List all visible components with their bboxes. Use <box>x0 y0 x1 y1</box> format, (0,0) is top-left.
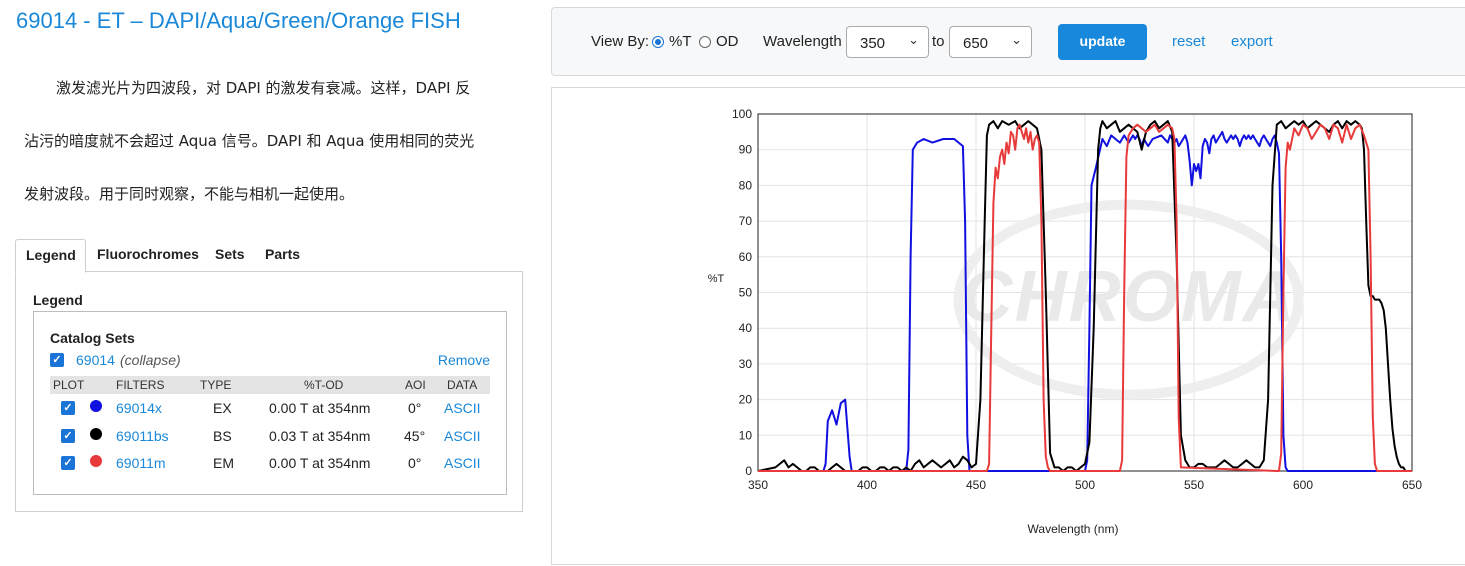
y-tick-label: 0 <box>745 464 752 478</box>
tab-sets[interactable]: Sets <box>205 239 255 271</box>
export-link[interactable]: export <box>1231 33 1273 50</box>
chart-toolbar: View By: %T OD Wavelength 350 ⌄ to 650 ⌄… <box>551 7 1465 76</box>
filter-tod: 0.00 T at 354nm <box>269 400 371 416</box>
reset-link[interactable]: reset <box>1172 33 1205 50</box>
plot-checkbox[interactable]: ✓ <box>61 456 75 470</box>
filter-type: EM <box>213 455 234 471</box>
wavelength-to-select[interactable]: 650 ⌄ <box>949 26 1032 58</box>
x-tick-label: 500 <box>1075 478 1095 492</box>
filter-tod: 0.03 T at 354nm <box>269 428 371 444</box>
x-tick-label: 600 <box>1293 478 1313 492</box>
spectrum-chart: CHROMA 0 10 20 30 40 50 60 70 80 90 100 350 400 450 500… <box>708 107 1423 536</box>
to-label: to <box>932 33 945 50</box>
radio-od-label[interactable]: OD <box>716 33 739 50</box>
filter-aoi: 45° <box>404 428 426 444</box>
y-tick-label: 70 <box>739 214 753 228</box>
x-tick-label: 450 <box>966 478 986 492</box>
view-by-label: View By: <box>591 33 650 50</box>
x-tick-label: 650 <box>1402 478 1422 492</box>
filter-type: EX <box>213 400 232 416</box>
filter-link[interactable]: 69014x <box>116 400 162 416</box>
chevron-down-icon: ⌄ <box>908 32 919 47</box>
series-color-dot <box>90 455 102 467</box>
filter-tod: 0.00 T at 354nm <box>269 455 371 471</box>
set-row: ✓ 69014 (collapse) Remove <box>50 352 490 370</box>
column-header: %T-OD <box>304 378 344 392</box>
description-line: 激发滤光片为四波段，对 DAPI 的激发有衰减。这样，DAPI 反 <box>56 79 471 97</box>
y-axis-label: %T <box>708 273 725 285</box>
description: 激发滤光片为四波段，对 DAPI 的激发有衰减。这样，DAPI 反 沾污的暗度就… <box>24 62 514 221</box>
wavelength-label: Wavelength <box>763 33 842 50</box>
column-header: TYPE <box>200 378 232 392</box>
table-row: ✓ 69011bs BS 0.03 T at 354nm 45° ASCII <box>50 426 490 446</box>
x-tick-label: 400 <box>857 478 877 492</box>
legend-panel: Legend Catalog Sets ✓ 69014 (collapse) R… <box>15 271 523 512</box>
wavelength-from-select[interactable]: 350 ⌄ <box>846 26 929 58</box>
y-tick-label: 20 <box>739 393 753 407</box>
series-color-dot <box>90 400 102 412</box>
filter-link[interactable]: 69011m <box>116 455 166 471</box>
y-tick-label: 40 <box>739 321 753 335</box>
ascii-link[interactable]: ASCII <box>444 428 481 444</box>
ascii-link[interactable]: ASCII <box>444 400 481 416</box>
column-header: FILTERS <box>116 378 165 392</box>
y-tick-label: 100 <box>732 107 752 121</box>
y-tick-label: 90 <box>739 143 753 157</box>
description-line: 发射波段。用于同时观察，不能与相机一起使用。 <box>24 185 355 203</box>
radio-od[interactable] <box>699 36 711 48</box>
table-header: PLOT FILTERS TYPE %T-OD AOI DATA <box>50 376 490 394</box>
column-header: PLOT <box>53 378 85 392</box>
column-header: DATA <box>447 378 478 392</box>
plot-checkbox[interactable]: ✓ <box>61 429 75 443</box>
page-title: 69014 - ET – DAPI/Aqua/Green/Orange FISH <box>16 8 461 33</box>
table-row: ✓ 69014x EX 0.00 T at 354nm 0° ASCII <box>50 398 490 418</box>
filter-type: BS <box>213 428 232 444</box>
update-button[interactable]: update <box>1058 24 1147 60</box>
radio-percent-t-label[interactable]: %T <box>669 33 692 50</box>
x-tick-label: 550 <box>1184 478 1204 492</box>
plot-checkbox[interactable]: ✓ <box>61 401 75 415</box>
legend-heading: Legend <box>33 292 83 308</box>
y-tick-label: 60 <box>739 250 753 264</box>
filter-link[interactable]: 69011bs <box>116 428 169 444</box>
filter-aoi: 0° <box>408 400 422 416</box>
set-checkbox[interactable]: ✓ <box>50 353 64 367</box>
table-row: ✓ 69011m EM 0.00 T at 354nm 0° ASCII <box>50 453 490 473</box>
description-line: 沾污的暗度就不会超过 Aqua 信号。DAPI 和 Aqua 使用相同的荧光 <box>24 132 475 150</box>
x-tick-label: 350 <box>748 478 768 492</box>
series-color-dot <box>90 428 102 440</box>
y-tick-label: 10 <box>739 428 753 442</box>
tab-parts[interactable]: Parts <box>255 239 310 271</box>
chart-panel: CHROMA 0 10 20 30 40 50 60 70 80 90 100 350 400 450 500… <box>551 87 1465 565</box>
catalog-sets-box: Catalog Sets ✓ 69014 (collapse) Remove P… <box>33 311 507 495</box>
chroma-watermark: CHROMA <box>961 257 1297 337</box>
wavelength-from-value: 350 <box>860 35 886 52</box>
filter-aoi: 0° <box>408 455 422 471</box>
remove-link[interactable]: Remove <box>438 352 490 368</box>
y-tick-label: 30 <box>739 357 753 371</box>
chevron-down-icon: ⌄ <box>1011 32 1022 47</box>
catalog-sets-title: Catalog Sets <box>50 330 135 346</box>
wavelength-to-value: 650 <box>963 35 989 52</box>
ascii-link[interactable]: ASCII <box>444 455 481 471</box>
radio-percent-t[interactable] <box>652 36 664 48</box>
column-header: AOI <box>405 378 426 392</box>
set-code-link[interactable]: 69014 <box>76 352 115 368</box>
tab-fluorochromes[interactable]: Fluorochromes <box>87 239 209 271</box>
y-tick-label: 80 <box>739 178 753 192</box>
y-tick-label: 50 <box>739 286 753 300</box>
x-axis-label: Wavelength (nm) <box>1028 522 1119 536</box>
tab-legend[interactable]: Legend <box>15 239 86 273</box>
collapse-toggle[interactable]: (collapse) <box>120 352 181 368</box>
